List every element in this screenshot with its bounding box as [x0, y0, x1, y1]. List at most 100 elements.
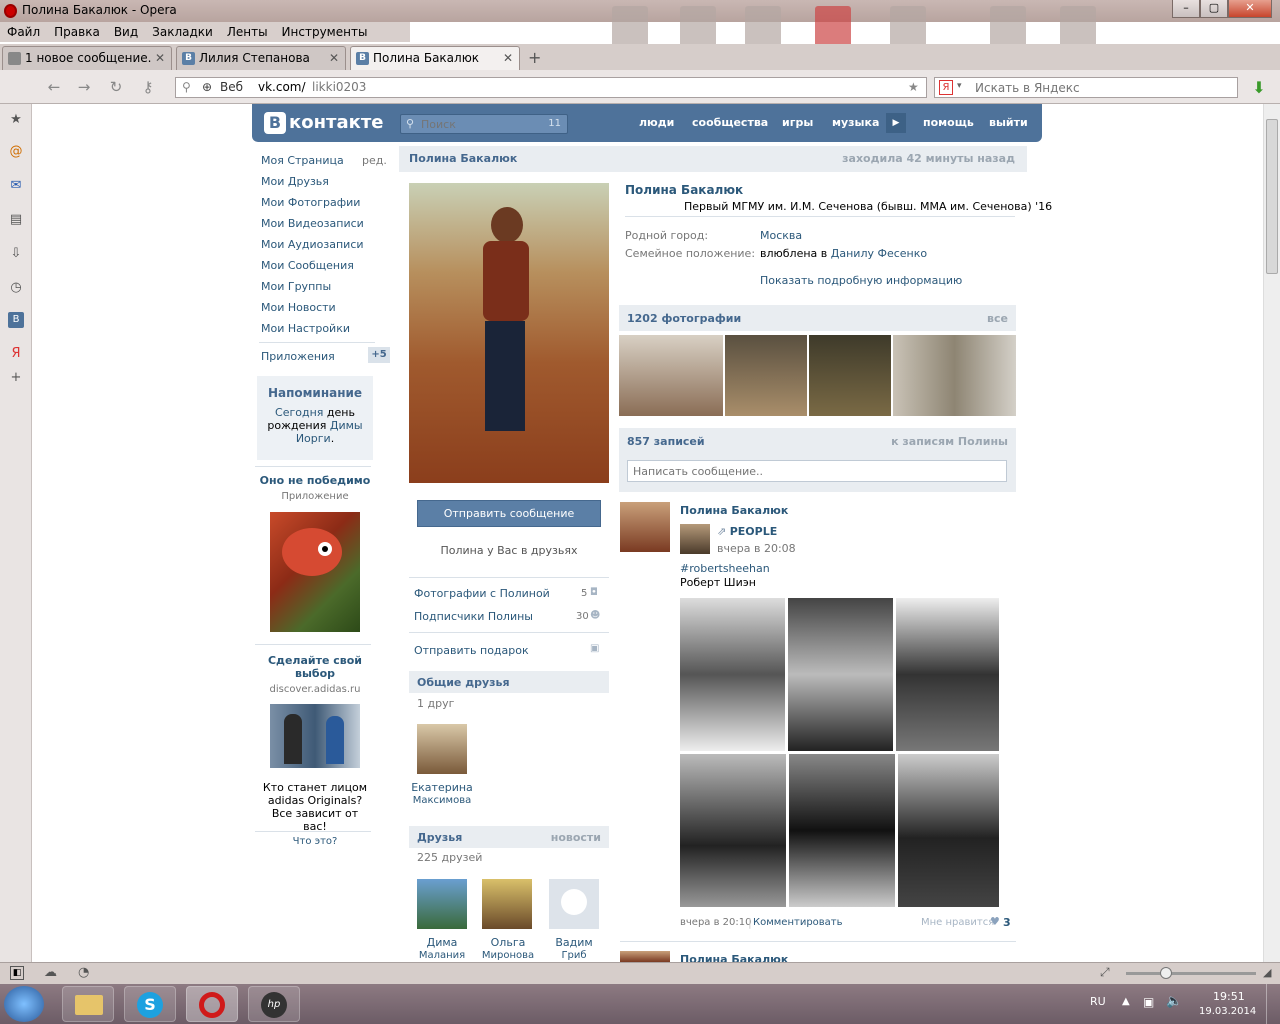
repost-avatar[interactable]	[680, 524, 710, 554]
friend-first-name[interactable]: Дима	[409, 936, 475, 949]
hashtag-link[interactable]: #robertsheehan	[680, 562, 770, 575]
envelope-icon[interactable]: ✉	[8, 178, 24, 194]
panel-toggle-icon[interactable]: ◧	[10, 966, 24, 980]
repost-source[interactable]: ⇗ PEOPLE	[717, 525, 777, 538]
menu-feeds[interactable]: Ленты	[220, 22, 275, 39]
explorer-taskbar-icon[interactable]	[62, 986, 114, 1022]
cloud-icon[interactable]: ☁	[44, 965, 57, 980]
nav-games[interactable]: игры	[782, 116, 813, 129]
to-wall-link[interactable]: к записям Полины	[891, 435, 1008, 448]
scroll-thumb[interactable]	[1266, 119, 1278, 274]
chevron-down-icon[interactable]: ▾	[957, 81, 962, 91]
nav-help[interactable]: помощь	[923, 116, 974, 129]
back-button[interactable]: ←	[44, 78, 64, 96]
menu-edit[interactable]: Правка	[47, 22, 107, 39]
profile-avatar[interactable]	[409, 183, 609, 483]
menu-apps[interactable]: Приложения	[261, 350, 335, 363]
menu-file[interactable]: Файл	[0, 22, 47, 39]
tab-messages[interactable]: 1 новое сообщение. ✕	[2, 46, 172, 70]
nav-music[interactable]: музыка	[832, 116, 879, 129]
show-desktop-button[interactable]	[1266, 984, 1280, 1024]
menu-groups[interactable]: Мои Группы	[261, 280, 331, 293]
like-label[interactable]: Мне нравится	[921, 917, 994, 928]
profile-university[interactable]: Первый МГМУ им. И.М. Сеченова (бывш. ММА…	[684, 200, 1052, 213]
ad1-image[interactable]	[270, 512, 360, 632]
vk-panel-icon[interactable]: B	[8, 312, 24, 328]
forward-button[interactable]: →	[74, 78, 94, 96]
heart-icon[interactable]: ♥	[990, 915, 1000, 928]
network-icon[interactable]: ▣	[1143, 995, 1154, 1009]
nav-people[interactable]: люди	[639, 116, 674, 129]
download-icon[interactable]: ⬇	[1250, 79, 1268, 97]
zoom-handle[interactable]	[1160, 967, 1172, 979]
opera-taskbar-icon[interactable]	[186, 986, 238, 1022]
photo-thumb[interactable]	[725, 335, 807, 416]
friends-news-link[interactable]: новости	[551, 831, 601, 844]
skype-taskbar-icon[interactable]: S	[124, 986, 176, 1022]
downloads-icon[interactable]: ⇩	[8, 246, 24, 262]
friend-first-name[interactable]: Ольга	[475, 936, 541, 949]
comment-link[interactable]: Комментировать	[753, 917, 843, 928]
nav-logout[interactable]: выйти	[989, 116, 1028, 129]
bookmark-star-icon[interactable]: ★	[908, 78, 919, 97]
menu-photos[interactable]: Мои Фотографии	[261, 196, 360, 209]
friend-last-name[interactable]: Миронова	[475, 950, 541, 961]
vk-search-input[interactable]	[421, 117, 531, 132]
close-button[interactable]: ✕	[1228, 0, 1272, 18]
menu-view[interactable]: Вид	[107, 22, 145, 39]
menu-videos[interactable]: Мои Видеозаписи	[261, 217, 364, 230]
ad1-title[interactable]: Оно не победимо	[257, 474, 373, 487]
what-is-this-link[interactable]: Что это?	[257, 836, 373, 847]
friend-avatar[interactable]	[417, 879, 467, 929]
mail-icon[interactable]: @	[8, 144, 24, 160]
friends-header[interactable]: Друзья новости	[409, 826, 609, 848]
tray-arrow-icon[interactable]: ▲	[1122, 996, 1130, 1007]
maximize-button[interactable]: ▢	[1200, 0, 1228, 18]
friend-last-name[interactable]: Гриб	[541, 950, 607, 961]
subscribers-link[interactable]: Подписчики Полины	[414, 610, 533, 623]
next-post-avatar[interactable]	[620, 951, 670, 962]
reload-button[interactable]: ↻	[106, 78, 126, 96]
ad2-image[interactable]	[270, 704, 360, 768]
yandex-panel-icon[interactable]: Я	[8, 346, 24, 362]
friend-last-name[interactable]: Максимова	[409, 795, 475, 806]
photos-with-link[interactable]: Фотографии с Полиной	[414, 587, 550, 600]
vertical-scrollbar[interactable]	[1263, 104, 1280, 962]
next-post-author[interactable]: Полина Бакалюк	[680, 953, 788, 962]
photos-header[interactable]: 1202 фотографии все	[619, 305, 1016, 331]
post-photo[interactable]	[896, 598, 999, 751]
friend-avatar[interactable]	[417, 724, 467, 774]
clock-time[interactable]: 19:51	[1213, 990, 1245, 1003]
friend-first-name[interactable]: Вадим	[541, 936, 607, 949]
photo-thumb[interactable]	[893, 335, 1016, 416]
friend-avatar-default[interactable]	[549, 879, 599, 929]
add-panel-icon[interactable]: +	[8, 370, 24, 386]
menu-messages[interactable]: Мои Сообщения	[261, 259, 354, 272]
ad2-title[interactable]: Сделайте свой выбор	[257, 654, 373, 680]
menu-tools[interactable]: Инструменты	[275, 22, 375, 39]
menu-my-page[interactable]: Моя Страница	[261, 154, 344, 167]
volume-icon[interactable]: 🔈	[1166, 994, 1182, 1009]
bookmarks-icon[interactable]: ★	[8, 112, 24, 128]
close-tab-icon[interactable]: ✕	[503, 47, 513, 69]
post-photo[interactable]	[680, 754, 786, 907]
send-message-button[interactable]: Отправить сообщение	[417, 500, 601, 527]
city-link[interactable]: Москва	[760, 229, 802, 242]
language-indicator[interactable]: RU	[1090, 995, 1106, 1008]
key-icon[interactable]: ⚷	[138, 78, 158, 96]
post-photo[interactable]	[680, 598, 785, 751]
history-icon[interactable]: ◷	[8, 280, 24, 296]
photos-all-link[interactable]: все	[987, 312, 1008, 325]
vk-logo[interactable]: Вконтакте	[264, 112, 383, 134]
photo-thumb[interactable]	[619, 335, 723, 416]
clock-date[interactable]: 19.03.2014	[1199, 1006, 1256, 1017]
menu-bookmarks[interactable]: Закладки	[145, 22, 220, 39]
new-tab-button[interactable]: +	[528, 48, 541, 67]
friend-first-name[interactable]: Екатерина	[409, 781, 475, 794]
edit-link[interactable]: ред.	[362, 154, 387, 167]
menu-audio[interactable]: Мои Аудиозаписи	[261, 238, 364, 251]
send-gift-link[interactable]: Отправить подарок	[414, 644, 529, 657]
yandex-search[interactable]: Я ▾	[934, 77, 1238, 98]
post-author-avatar[interactable]	[620, 502, 670, 552]
friend-avatar[interactable]	[482, 879, 532, 929]
